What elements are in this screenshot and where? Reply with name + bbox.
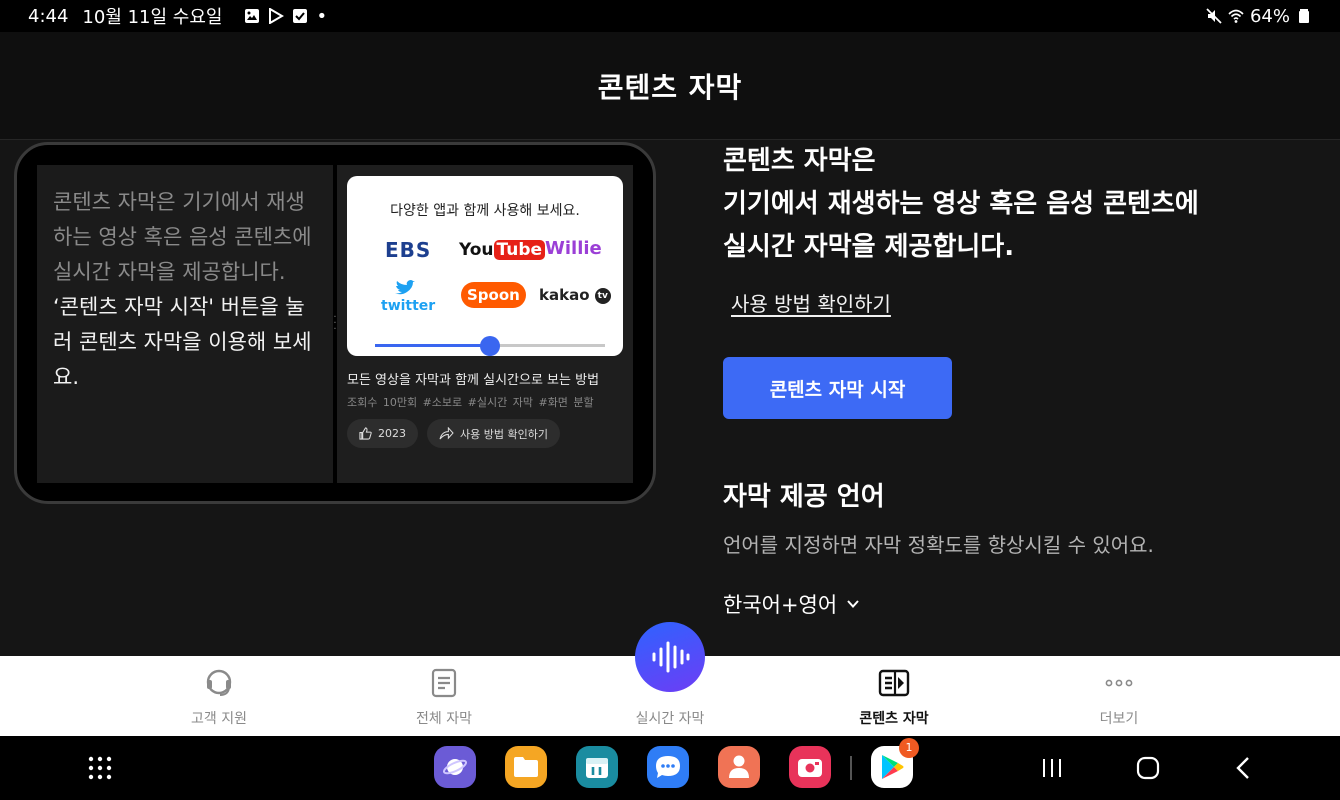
twitter-logo-text: twitter — [381, 298, 436, 314]
twitter-logo: twitter — [381, 280, 435, 314]
spoon-logo: Spoon — [461, 282, 526, 308]
video-meta: 조회수 10만회 #소보로 #실시간 자막 #화면 분할 — [347, 396, 594, 409]
status-date: 10월 11일 수요일 — [82, 7, 223, 28]
youtube-logo-tube: Tube — [493, 240, 546, 260]
checkbox-icon — [293, 9, 308, 23]
intro-panel: 콘텐츠 자막은 기기에서 재생하는 영상 혹은 음성 콘텐츠에 실시간 자막을 … — [723, 140, 1323, 617]
camera-icon — [798, 759, 822, 777]
document-icon — [431, 668, 457, 698]
nav-label-customer-support: 고객 지원 — [191, 711, 247, 727]
internet-app-icon[interactable] — [434, 746, 476, 788]
youtube-logo: You Tube — [459, 240, 546, 260]
headset-icon — [206, 669, 232, 696]
youtube-logo-you: You — [459, 240, 494, 260]
waveform-icon — [652, 641, 690, 673]
planet-icon — [442, 759, 468, 775]
folder-icon — [514, 757, 538, 777]
battery-percent: 64% — [1249, 5, 1290, 27]
mute-icon — [1206, 8, 1222, 24]
like-chip: 2023 — [347, 419, 418, 448]
tablet-illustration: 콘텐츠 자막은 기기에서 재생하는 영상 혹은 음성 콘텐츠에 실시간 자막을 … — [14, 142, 656, 504]
chevron-down-icon — [847, 600, 859, 608]
status-bar: 4:44 10월 11일 수요일 • 64% — [0, 0, 1340, 32]
my-files-app-icon[interactable] — [505, 746, 547, 788]
main-content: 콘텐츠 자막은 기기에서 재생하는 영상 혹은 음성 콘텐츠에 실시간 자막을 … — [0, 140, 1340, 656]
battery-icon — [1299, 9, 1309, 23]
ebs-logo: EBS — [385, 238, 432, 262]
caption-language-description: 언어를 지정하면 자막 정확도를 향상시킬 수 있어요. — [723, 533, 1154, 557]
play-triangle-icon — [882, 755, 904, 779]
play-store-app-icon[interactable]: 1 — [871, 738, 919, 788]
how-to-use-link[interactable]: 사용 방법 확인하기 — [731, 288, 891, 317]
kakao-tv-badge: tv — [594, 287, 611, 304]
caption-language-title: 자막 제공 언어 — [723, 482, 885, 512]
intro-headline: 콘텐츠 자막은 기기에서 재생하는 영상 혹은 음성 콘텐츠에 실시간 자막을 … — [723, 140, 1323, 269]
caption-language-value: 한국어+영어 — [723, 593, 838, 617]
page-title: 콘텐츠 자막 — [597, 70, 743, 104]
nav-customer-support[interactable]: 고객 지원 — [144, 656, 294, 736]
system-navigation-bar: 1 — [0, 736, 1340, 800]
play-store-icon — [269, 8, 285, 24]
more-icon — [1105, 679, 1133, 687]
apps-card-title: 다양한 앱과 함께 사용해 보세요. — [390, 203, 580, 219]
illustration-caption-gray: 콘텐츠 자막은 기기에서 재생하는 영상 혹은 음성 콘텐츠에 실시간 자막을 … — [53, 190, 312, 284]
illustration-caption-white: ‘콘텐츠 자막 시작' 버튼을 눌러 콘텐츠 자막을 이용해 보세요. — [53, 295, 312, 389]
share-chip-label: 사용 방법 확인하기 — [460, 427, 548, 441]
messages-app-icon[interactable] — [647, 746, 689, 788]
headline-line-1: 콘텐츠 자막은 — [723, 146, 876, 176]
nav-content-caption[interactable]: 콘텐츠 자막 — [819, 656, 969, 736]
more-notifications-dot: • — [316, 5, 328, 27]
nav-label-full-transcripts: 전체 자막 — [416, 711, 472, 727]
nav-label-live-caption: 실시간 자막 — [635, 711, 705, 727]
contacts-app-icon[interactable] — [718, 746, 760, 788]
caption-language-dropdown[interactable]: 한국어+영어 — [723, 589, 861, 619]
video-title: 모든 영상을 자막과 함께 실시간으로 보는 방법 — [347, 373, 600, 388]
headline-line-2: 기기에서 재생하는 영상 혹은 음성 콘텐츠에 — [723, 189, 1199, 219]
nav-label-more: 더보기 — [1099, 711, 1139, 727]
start-content-caption-button[interactable]: 콘텐츠 자막 시작 — [723, 357, 952, 419]
headline-line-3: 실시간 자막을 제공합니다. — [723, 232, 1015, 262]
illustration-slider-thumb — [480, 336, 500, 356]
back-icon[interactable] — [1230, 754, 1258, 782]
home-icon[interactable] — [1134, 754, 1162, 782]
like-count: 2023 — [378, 427, 406, 440]
illustration-slider-fill — [375, 344, 490, 347]
share-chip: 사용 방법 확인하기 — [427, 419, 560, 448]
live-caption-fab[interactable] — [635, 622, 705, 692]
gallery-icon — [245, 9, 260, 23]
notification-badge: 1 — [899, 738, 919, 758]
illustration-caption-panel: 콘텐츠 자막은 기기에서 재생하는 영상 혹은 음성 콘텐츠에 실시간 자막을 … — [37, 165, 333, 483]
recent-apps-icon[interactable] — [1038, 754, 1066, 782]
twitter-bird-icon — [395, 280, 415, 295]
status-time: 4:44 — [28, 5, 69, 27]
wifi-icon — [1228, 9, 1244, 23]
chat-bubble-icon — [656, 756, 680, 778]
calendar-icon — [586, 758, 608, 778]
nav-full-transcripts[interactable]: 전체 자막 — [369, 656, 519, 736]
apps-card: 다양한 앱과 함께 사용해 보세요. EBS You Tube Willie tw… — [347, 176, 623, 356]
caption-play-icon — [878, 669, 910, 697]
illustration-video-panel: 다양한 앱과 함께 사용해 보세요. EBS You Tube Willie tw… — [337, 165, 633, 483]
kakao-tv-logo: kakao tv — [539, 286, 611, 304]
thumbs-up-icon — [359, 427, 372, 440]
app-header: 콘텐츠 자막 — [0, 32, 1340, 140]
dock-separator — [850, 756, 852, 780]
tablet-screen: 콘텐츠 자막은 기기에서 재생하는 영상 혹은 음성 콘텐츠에 실시간 자막을 … — [37, 165, 633, 483]
kakao-logo-text: kakao — [539, 286, 590, 304]
nav-label-content-caption: 콘텐츠 자막 — [859, 711, 929, 727]
willie-logo: Willie — [545, 238, 602, 259]
screen-recorder-app-icon[interactable] — [789, 746, 831, 788]
nav-more[interactable]: 더보기 — [1044, 656, 1194, 736]
share-arrow-icon — [439, 427, 454, 440]
calendar-app-icon[interactable] — [576, 746, 618, 788]
person-icon — [729, 755, 749, 778]
app-drawer-icon[interactable] — [86, 754, 114, 782]
